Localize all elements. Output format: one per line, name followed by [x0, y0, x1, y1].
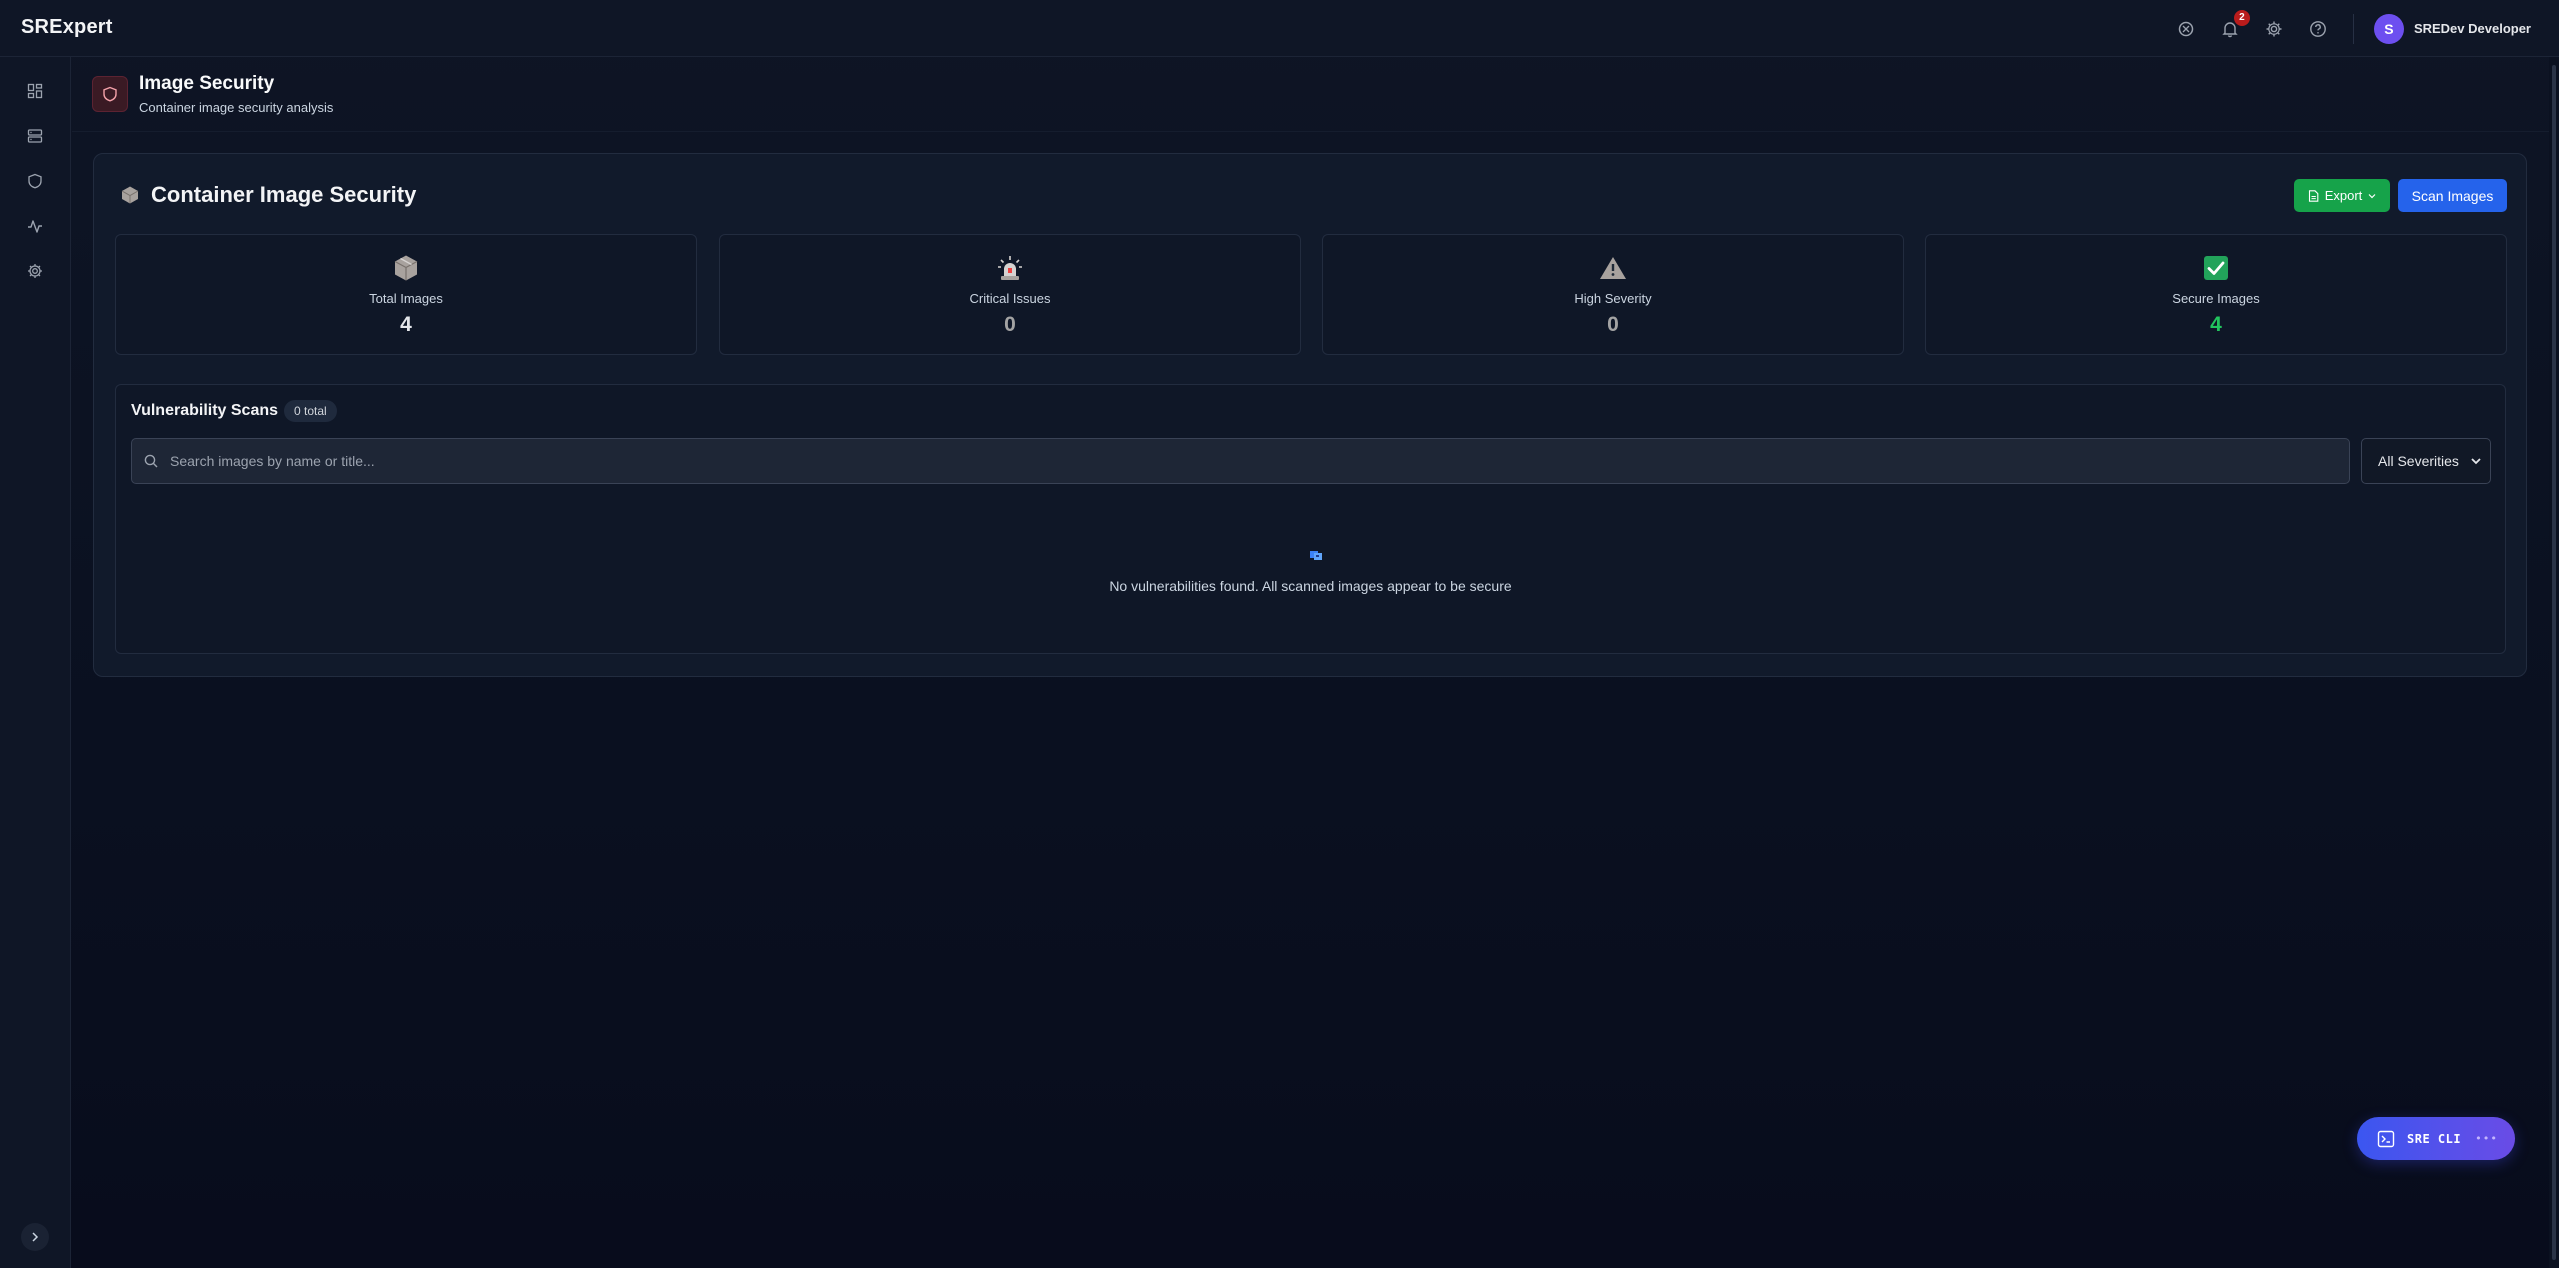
stat-label: Critical Issues [969, 291, 1051, 306]
help-icon[interactable] [2307, 18, 2329, 40]
empty-state-icon [1309, 548, 1323, 560]
user-menu[interactable]: S SREDev Developer [2373, 13, 2531, 44]
avatar[interactable]: S [2373, 13, 2404, 44]
sidebar-item-security[interactable] [21, 167, 49, 195]
shield-icon [92, 76, 128, 112]
brand-logo[interactable]: SRExpert [21, 16, 113, 39]
notification-badge: 2 [2233, 9, 2250, 26]
severity-selected: All Severities [2378, 453, 2459, 469]
package-icon [120, 185, 140, 205]
card-header: Container Image Security [120, 182, 416, 208]
export-label: Export [2324, 188, 2363, 203]
sre-cli-button[interactable]: SRE CLI ••• [2357, 1117, 2515, 1160]
stat-total-images: Total Images 4 [115, 234, 697, 355]
siren-icon [720, 253, 1300, 283]
cli-dots: ••• [2475, 1132, 2498, 1145]
top-bar: SRExpert 2 S SREDev Developer [0, 0, 2559, 57]
top-divider [2352, 13, 2354, 44]
scan-images-button[interactable]: Scan Images [2398, 179, 2507, 212]
sre-cli-label: SRE CLI [2407, 1131, 2462, 1146]
chevron-down-icon [2368, 193, 2376, 198]
stat-value: 4 [400, 313, 412, 336]
gear-icon [28, 264, 42, 278]
search-input[interactable] [170, 453, 2349, 469]
empty-state-message: No vulnerabilities found. All scanned im… [1109, 578, 1512, 594]
sidebar-item-dashboard[interactable] [21, 77, 49, 105]
severity-filter-select[interactable]: All Severities [2361, 438, 2491, 484]
stat-value: 4 [2210, 313, 2222, 336]
stat-label: High Severity [1574, 291, 1652, 306]
stat-value: 0 [1004, 313, 1016, 336]
stat-label: Total Images [369, 291, 443, 306]
shield-icon [28, 173, 42, 189]
check-icon [1926, 253, 2506, 283]
search-icon [144, 453, 160, 469]
stat-critical-issues: Critical Issues 0 [719, 234, 1301, 355]
stat-label: Secure Images [2172, 291, 2260, 306]
stat-value: 0 [1607, 313, 1619, 336]
sidebar-expand-button[interactable] [21, 1223, 49, 1251]
top-right-actions: 2 S SREDev Developer [2153, 0, 2531, 57]
status-icon[interactable] [2175, 18, 2197, 40]
vulnerability-scans-panel: Vulnerability Scans 0 total All Severiti… [115, 384, 2506, 654]
sidebar-item-settings[interactable] [21, 257, 49, 285]
terminal-icon [2377, 1130, 2395, 1148]
user-name[interactable]: SREDev Developer [2414, 21, 2531, 36]
sidebar [0, 57, 71, 1268]
settings-gear-icon[interactable] [2263, 18, 2285, 40]
search-box[interactable] [131, 438, 2350, 484]
server-icon [27, 129, 43, 143]
export-button[interactable]: Export [2294, 179, 2390, 212]
page-header: Image Security Container image security … [72, 57, 2550, 132]
page-title: Image Security [139, 73, 275, 94]
notification-bell-icon[interactable]: 2 [2219, 9, 2250, 40]
stat-secure-images: Secure Images 4 [1925, 234, 2507, 355]
scrollbar-thumb[interactable] [2552, 65, 2556, 1260]
sidebar-item-servers[interactable] [21, 122, 49, 150]
sidebar-item-activity[interactable] [21, 212, 49, 240]
container-image-security-card: Container Image Security Export Scan Ima… [93, 153, 2527, 677]
count-badge: 0 total [284, 400, 337, 422]
chevron-right-icon [32, 1232, 39, 1242]
vulnerability-scans-title: Vulnerability Scans [131, 402, 279, 419]
warning-icon [1323, 253, 1903, 283]
package-icon [116, 253, 696, 283]
page-scrollbar[interactable] [2549, 57, 2559, 1268]
stat-high-severity: High Severity 0 [1322, 234, 1904, 355]
activity-icon [28, 220, 42, 233]
file-icon [2308, 189, 2319, 202]
page-subtitle: Container image security analysis [139, 100, 334, 115]
dashboard-icon [27, 83, 43, 99]
chevron-down-icon [2471, 458, 2481, 465]
card-title: Container Image Security [151, 182, 417, 207]
